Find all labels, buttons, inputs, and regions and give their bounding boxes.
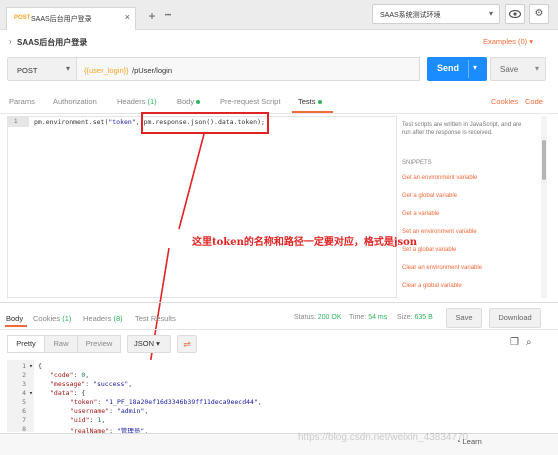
view-pretty-button[interactable]: Pretty: [7, 335, 45, 353]
json-line: "token": "1_PF_18a20ef16d3346b39ff11deca…: [70, 398, 262, 406]
json-line: "code": 0,: [50, 371, 89, 379]
json-line: {: [38, 362, 42, 370]
snippets-title: SNIPPETS: [402, 160, 432, 166]
response-tab-headers[interactable]: Headers (8): [83, 314, 123, 323]
json-line: "uid": 1,: [70, 416, 105, 424]
snippet-item[interactable]: Clear a global variable: [402, 283, 462, 289]
json-line-number: 7: [22, 416, 26, 424]
json-end: {: [81, 389, 86, 397]
json-string: "admin": [116, 407, 145, 415]
json-key: "token": [70, 398, 98, 406]
json-string: "1_PF_18a20ef16d3346b39ff11deca9eecd44": [105, 398, 258, 406]
json-line-number: 1: [22, 362, 26, 370]
response-tab-test-results[interactable]: Test Results: [135, 314, 176, 323]
json-line: "username": "admin",: [70, 407, 148, 415]
snippet-item[interactable]: Clear an environment variable: [402, 265, 482, 271]
time-value: 54 ms: [368, 314, 388, 321]
size-value: 635 B: [414, 314, 433, 321]
json-key: "message": [50, 380, 86, 388]
active-tab-indicator: [5, 325, 27, 327]
format-label: JSON: [134, 339, 155, 348]
json-line-number: 5: [22, 398, 26, 406]
json-end: ,: [101, 416, 106, 424]
json-line-number: 2: [22, 371, 26, 379]
arrow-line-top: [178, 133, 205, 230]
copy-icon[interactable]: ❐: [510, 337, 519, 348]
json-line-number: 8: [22, 425, 26, 433]
wrap-lines-icon[interactable]: ⇌: [177, 335, 197, 353]
watermark: https://blog.csdn.net/weixin_43834770: [298, 432, 469, 443]
json-end: ,: [144, 407, 149, 415]
json-line-number: 3: [22, 380, 26, 388]
json-end: ,: [128, 380, 133, 388]
json-line: "message": "success",: [50, 380, 132, 388]
snippet-item[interactable]: Get a global variable: [402, 193, 457, 199]
json-key: "username": [70, 407, 110, 415]
search-icon[interactable]: ⌕: [526, 337, 532, 348]
json-end: ,: [257, 398, 262, 406]
response-tab-cookies-count: (1): [62, 314, 72, 323]
tests-helper-text: Test scripts are written in JavaScript, …: [402, 122, 522, 136]
divider: [0, 302, 558, 303]
json-sep: :: [109, 407, 117, 415]
json-line: "data": {: [50, 389, 85, 397]
json-key: "uid": [70, 416, 90, 424]
json-sep: :: [85, 380, 94, 388]
json-string: "success": [93, 380, 129, 388]
json-line-number: 6: [22, 407, 26, 415]
chevron-down-icon: ▾: [156, 339, 160, 348]
response-tab-headers-count: (8): [113, 314, 123, 323]
response-status: Status: 200 OK: [294, 314, 342, 321]
save-response-button[interactable]: Save: [446, 308, 482, 328]
snippet-item[interactable]: Get a variable: [402, 211, 439, 217]
fold-icon[interactable]: ▾: [29, 362, 33, 370]
format-select[interactable]: JSON ▾: [127, 335, 171, 353]
fold-icon[interactable]: ▾: [29, 389, 33, 397]
response-size: Size: 635 B: [397, 314, 433, 321]
snippet-item[interactable]: Get an environment variable: [402, 175, 477, 181]
time-label: Time:: [349, 314, 367, 321]
divider: [0, 329, 558, 330]
response-tab-body[interactable]: Body: [6, 314, 23, 323]
view-raw-button[interactable]: Raw: [44, 335, 78, 353]
json-key: "code": [50, 371, 74, 379]
download-button[interactable]: Download: [489, 308, 541, 328]
scrollbar-thumb[interactable]: [542, 140, 546, 180]
annotation-text: 这里token的名称和路径一定要对应，格式是json: [192, 237, 418, 248]
json-end: ,: [85, 371, 90, 379]
view-preview-button[interactable]: Preview: [77, 335, 121, 353]
json-line-number: 4: [22, 389, 26, 397]
response-time: Time: 54 ms: [349, 314, 387, 321]
response-tab-cookies[interactable]: Cookies (1): [33, 314, 71, 323]
json-key: "data": [50, 389, 74, 397]
status-label: Status:: [294, 314, 316, 321]
size-label: Size:: [397, 314, 413, 321]
response-tab-headers-label: Headers: [83, 314, 112, 323]
status-value: 200 OK: [317, 314, 342, 321]
response-tab-cookies-label: Cookies: [33, 314, 61, 323]
